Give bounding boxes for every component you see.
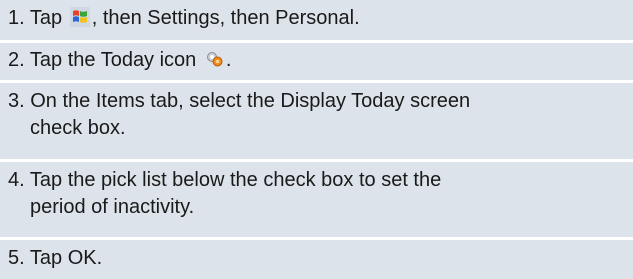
step-number: 2. [8,49,25,71]
step-3: 3. On the Items tab, select the Display … [0,83,633,159]
step-text-continued: . [225,49,232,71]
step-text-line-2: check box. [30,117,126,139]
step-5: 5. Tap OK. [0,240,633,279]
windows-start-icon [69,7,90,27]
step-number: 5. [8,247,25,269]
step-text-line-2: period of inactivity. [30,196,195,218]
step-text: On the Items tab, select the Display Tod… [30,90,471,112]
step-number: 3. [8,90,25,112]
instruction-steps: 1. Tap , then Settings, then Personal. 2… [0,0,633,279]
step-4: 4. Tap the pick list below the check box… [0,162,633,237]
step-number: 1. [8,7,25,29]
step-text: Tap the Today icon [29,49,197,71]
step-number: 4. [8,169,25,191]
step-text: Tap the pick list below the check box to… [29,169,442,191]
step-2: 2. Tap the Today icon . [0,43,633,80]
step-text-continued: , then Settings, then Personal. [91,7,360,29]
step-text: Tap OK. [29,247,103,269]
step-1: 1. Tap , then Settings, then Personal. [0,0,633,40]
today-icon [206,49,224,67]
step-text: Tap [29,7,63,29]
